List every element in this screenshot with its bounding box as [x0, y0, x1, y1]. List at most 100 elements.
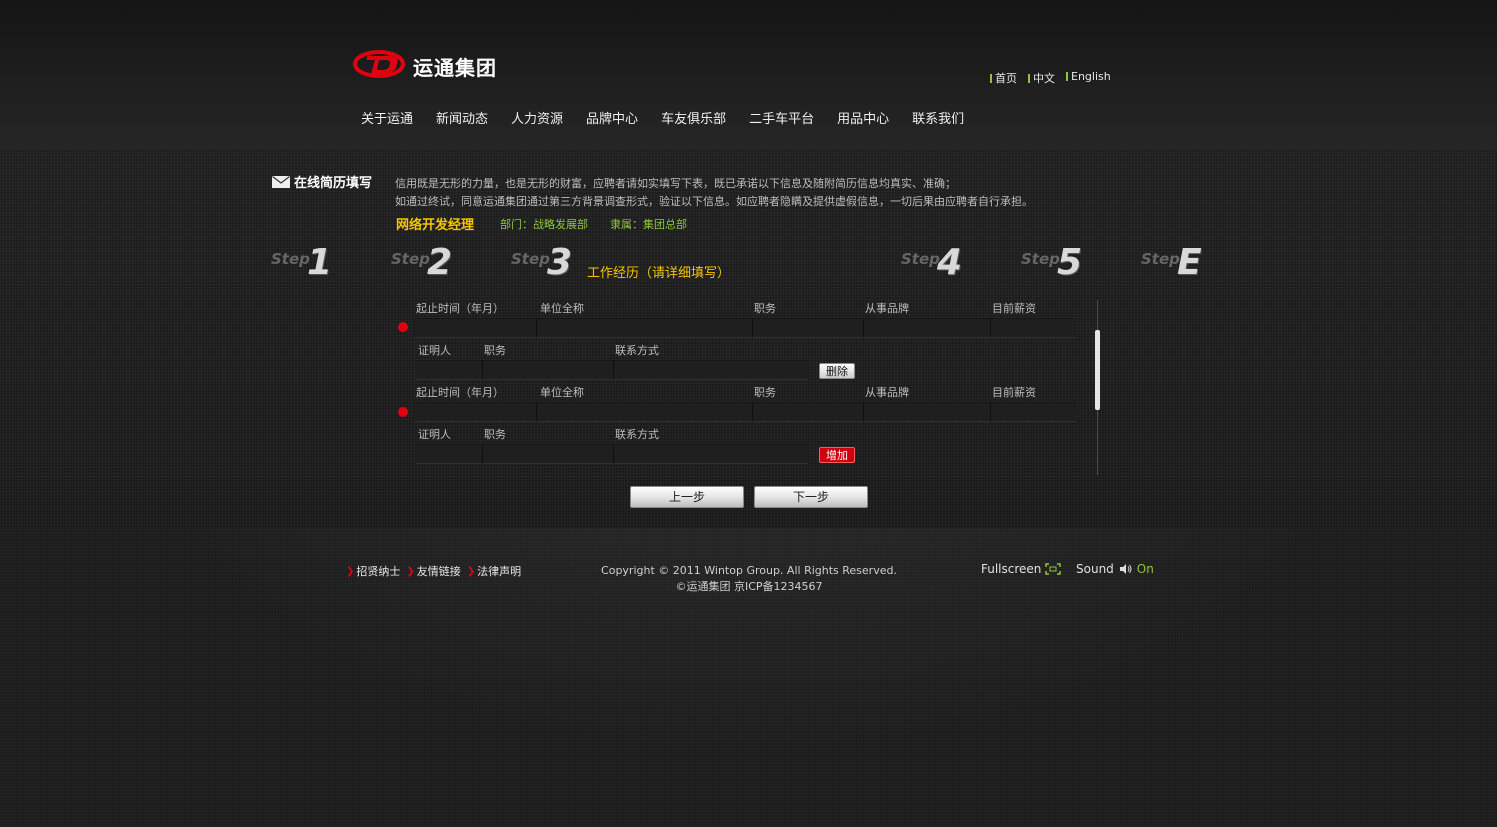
label-salary: 目前薪资: [992, 302, 1036, 315]
step-4[interactable]: Step 4: [901, 242, 981, 286]
period-input[interactable]: [414, 402, 536, 422]
nav-item-news[interactable]: 新闻动态: [436, 108, 488, 127]
bullet-icon: [990, 73, 992, 83]
footer-links: ❯ 招贤纳士 ❯ 友情链接 ❯ 法律声明: [346, 563, 527, 579]
belongs-to-label: 隶属：集团总部: [610, 218, 687, 231]
position-input[interactable]: [752, 402, 863, 422]
envelope-icon: [272, 175, 290, 188]
lang-link-label: English: [1071, 70, 1111, 83]
label-period: 起止时间（年月）: [416, 386, 504, 399]
main-nav: 关于运通 新闻动态 人力资源 品牌中心 车友俱乐部 二手车平台 用品中心 联系我…: [361, 108, 987, 127]
nav-item-club[interactable]: 车友俱乐部: [661, 108, 726, 127]
footer-link-label: 法律声明: [477, 565, 522, 578]
label-contact: 联系方式: [615, 344, 659, 357]
step-number: 5: [1057, 242, 1083, 283]
label-contact: 联系方式: [615, 428, 659, 441]
department-label: 部门：战略发展部: [500, 218, 588, 231]
notice-line-2: 如通过终试，同意运通集团通过第三方背景调查形式，验证以下信息。如应聘者隐瞒及提供…: [395, 195, 1033, 208]
notice-line-1: 信用既是无形的力量，也是无形的财富，应聘者请如实填写下表，既已承诺以下信息及随附…: [395, 177, 956, 190]
referee-input[interactable]: [416, 444, 482, 464]
footer-link-label: 友情链接: [416, 565, 461, 578]
lang-link-chinese[interactable]: 中文: [1028, 70, 1055, 86]
copyright-line: Copyright © 2011 Wintop Group. All Right…: [601, 564, 897, 577]
step-5[interactable]: Step 5: [1021, 242, 1101, 286]
lang-link-english[interactable]: English: [1066, 70, 1111, 83]
entry-marker-icon: [398, 407, 408, 417]
prev-step-button[interactable]: 上一步: [630, 486, 744, 508]
label-position: 职务: [754, 302, 776, 315]
job-title: 网络开发经理: [396, 218, 475, 233]
step-3[interactable]: Step 3: [511, 242, 591, 286]
contact-input[interactable]: [613, 360, 808, 380]
step-number: 1: [307, 242, 333, 283]
fullscreen-icon: [1045, 563, 1062, 575]
nav-item-contact[interactable]: 联系我们: [912, 108, 964, 127]
notice-text: 信用既是无形的力量，也是无形的财富，应聘者请如实填写下表，既已承诺以下信息及随附…: [395, 175, 1033, 211]
step-word: Step: [391, 250, 430, 268]
form-title-label: 在线简历填写: [294, 176, 373, 191]
brand-name: 运通集团: [413, 56, 497, 80]
company-input[interactable]: [536, 402, 752, 422]
footer-link-legal[interactable]: ❯ 法律声明: [467, 563, 521, 579]
step-word: Step: [1021, 250, 1060, 268]
referee-position-input[interactable]: [482, 360, 613, 380]
lang-link-label: 首页: [995, 72, 1017, 85]
arrow-right-icon: ❯: [406, 565, 415, 577]
step-6[interactable]: Step E: [1141, 242, 1221, 286]
label-period: 起止时间（年月）: [416, 302, 504, 315]
nav-item-brand[interactable]: 品牌中心: [586, 108, 638, 127]
referee-position-input[interactable]: [482, 444, 613, 464]
referee-input[interactable]: [416, 360, 482, 380]
step-word: Step: [271, 250, 310, 268]
step-1[interactable]: Step 1: [271, 242, 351, 286]
speaker-icon: [1119, 564, 1132, 574]
step-number: 2: [427, 242, 453, 283]
label-referee: 证明人: [418, 344, 451, 357]
fullscreen-label: Fullscreen: [981, 562, 1042, 576]
form-title: 在线简历填写: [272, 172, 372, 191]
brand-input[interactable]: [863, 402, 990, 422]
brand-input[interactable]: [863, 318, 990, 338]
nav-item-about[interactable]: 关于运通: [361, 108, 413, 127]
add-button[interactable]: 增加: [819, 447, 855, 463]
step-word: Step: [901, 250, 940, 268]
label-referee-position: 职务: [484, 344, 506, 357]
scrollbar-thumb[interactable]: [1095, 330, 1100, 410]
footer-link-label: 招贤纳士: [356, 565, 401, 578]
label-brand: 从事品牌: [865, 302, 909, 315]
nav-item-used-cars[interactable]: 二手车平台: [749, 108, 814, 127]
next-step-button[interactable]: 下一步: [754, 486, 868, 508]
company-input[interactable]: [536, 318, 752, 338]
logo-emblem-icon: [353, 50, 405, 78]
bullet-icon: [1028, 73, 1030, 83]
footer-link-careers[interactable]: ❯ 招贤纳士: [346, 563, 400, 579]
sound-toggle[interactable]: Sound On: [1076, 562, 1154, 576]
nav-item-products[interactable]: 用品中心: [837, 108, 889, 127]
lang-link-home[interactable]: 首页: [990, 70, 1017, 86]
label-company: 单位全称: [540, 302, 584, 315]
contact-input[interactable]: [613, 444, 808, 464]
step-number: E: [1177, 242, 1202, 283]
nav-item-hr[interactable]: 人力资源: [511, 108, 563, 127]
sound-label: Sound: [1076, 562, 1114, 576]
label-salary: 目前薪资: [992, 386, 1036, 399]
sound-state: On: [1136, 562, 1154, 576]
delete-button[interactable]: 删除: [819, 363, 855, 379]
current-step-title: 工作经历（请详细填写）: [587, 266, 731, 281]
step-number: 3: [547, 242, 573, 283]
fullscreen-toggle[interactable]: Fullscreen: [981, 562, 1062, 576]
salary-input[interactable]: [990, 318, 1076, 338]
label-position: 职务: [754, 386, 776, 399]
label-company: 单位全称: [540, 386, 584, 399]
step-word: Step: [1141, 250, 1180, 268]
work-experience-panel: 起止时间（年月） 单位全称 职务 从事品牌 目前薪资 证明人 职务 联系方式 删…: [396, 298, 1100, 476]
header-band: [0, 0, 1497, 150]
arrow-right-icon: ❯: [466, 565, 476, 577]
label-referee: 证明人: [418, 428, 451, 441]
step-2[interactable]: Step 2: [391, 242, 471, 286]
position-input[interactable]: [752, 318, 863, 338]
period-input[interactable]: [414, 318, 536, 338]
salary-input[interactable]: [990, 402, 1076, 422]
footer-link-friends[interactable]: ❯ 友情链接: [406, 563, 460, 579]
label-referee-position: 职务: [484, 428, 506, 441]
